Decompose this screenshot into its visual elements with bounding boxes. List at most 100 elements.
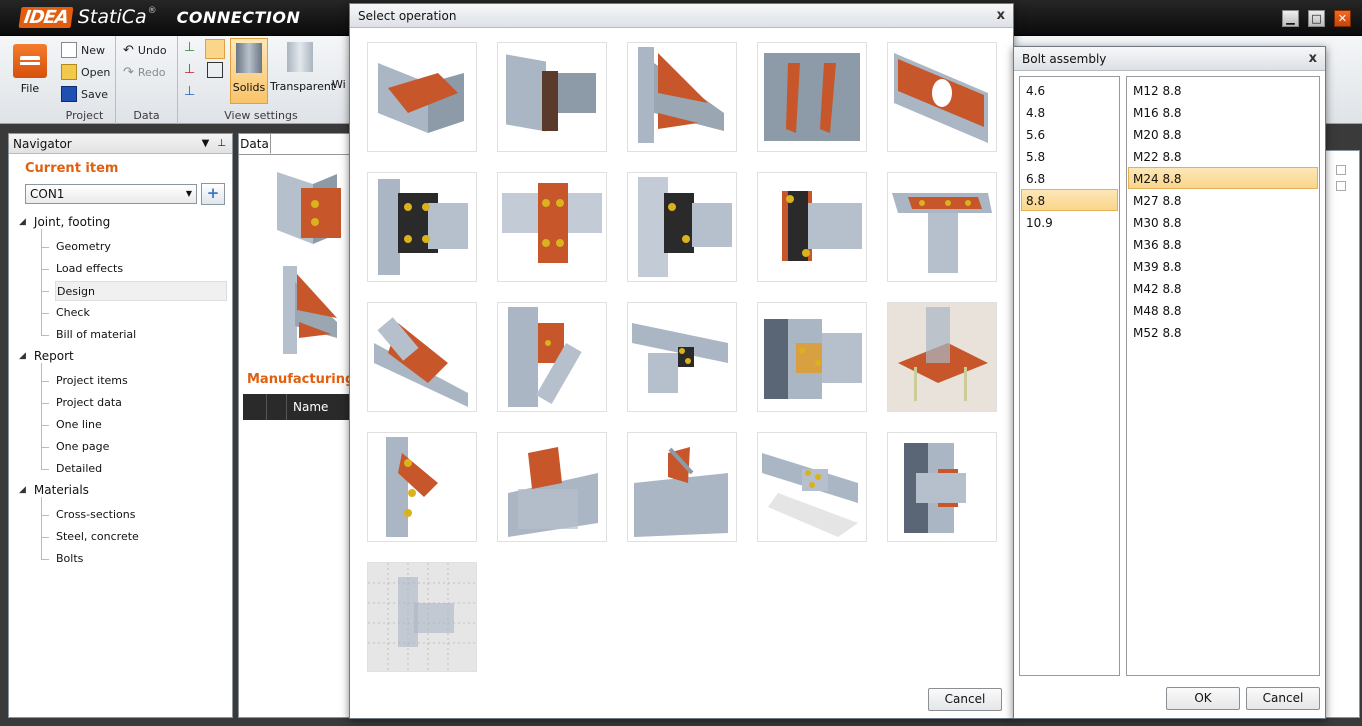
tree-item[interactable]: Steel, concrete xyxy=(55,527,139,547)
export-icon[interactable] xyxy=(1336,181,1346,191)
folder-icon xyxy=(61,64,77,80)
operation-tile-fin-plate[interactable] xyxy=(497,432,607,542)
grade-item[interactable]: 4.6 xyxy=(1021,79,1118,101)
operation-tile-end-plate-splice[interactable] xyxy=(497,42,607,152)
bolt-item[interactable]: M24 8.8 xyxy=(1128,167,1318,189)
bolt-item[interactable]: M36 8.8 xyxy=(1128,233,1318,255)
operation-tile-gusset-plate[interactable] xyxy=(627,432,737,542)
bolt-item[interactable]: M22 8.8 xyxy=(1128,145,1318,167)
operation-tile-bolted-splice[interactable] xyxy=(757,432,867,542)
operation-tile-welded-stiffener[interactable] xyxy=(887,432,997,542)
operation-tile-end-plate-beam[interactable] xyxy=(367,42,477,152)
tree-item[interactable]: Detailed xyxy=(55,459,102,479)
operation-thumbnail-icon xyxy=(782,191,862,261)
wireframe-button[interactable]: Wi xyxy=(332,78,346,91)
tree-section[interactable]: ◢ Joint, footing xyxy=(19,215,110,229)
grade-item[interactable]: 10.9 xyxy=(1021,211,1118,233)
bolt-item[interactable]: M30 8.8 xyxy=(1128,211,1318,233)
operation-tile-grid-model[interactable] xyxy=(367,562,477,672)
maximize-button[interactable]: □ xyxy=(1308,10,1325,27)
data-group: ↶ Undo ↷ Redo Data xyxy=(116,36,178,124)
bolt-item[interactable]: M48 8.8 xyxy=(1128,299,1318,321)
ok-button[interactable]: OK xyxy=(1166,687,1240,710)
tree-section[interactable]: ◢ Report xyxy=(19,349,74,363)
operation-tile-bolted-haunch[interactable] xyxy=(367,432,477,542)
tree-item[interactable]: Bill of material xyxy=(55,325,136,345)
solids-button[interactable]: Solids xyxy=(230,38,268,104)
grade-item[interactable]: 4.8 xyxy=(1021,101,1118,123)
add-item-button[interactable]: + xyxy=(201,183,225,205)
collapse-triangle-icon[interactable]: ◢ xyxy=(19,217,26,227)
redo-button[interactable]: ↷ Redo xyxy=(120,61,170,83)
manufacturing-table-header: Name xyxy=(243,394,355,420)
grade-item[interactable]: 6.8 xyxy=(1021,167,1118,189)
new-button[interactable]: New xyxy=(58,39,113,61)
tree-item[interactable]: Geometry xyxy=(55,237,111,257)
operation-tile-bolted-joint[interactable] xyxy=(497,172,607,282)
collapse-triangle-icon[interactable]: ◢ xyxy=(19,351,26,361)
bolt-item[interactable]: M16 8.8 xyxy=(1128,101,1318,123)
axes-3d-icon[interactable] xyxy=(205,39,225,59)
bolt-cancel-button[interactable]: Cancel xyxy=(1246,687,1320,710)
operation-tile-opening-plate[interactable] xyxy=(887,42,997,152)
operation-tile-end-plate-bolts[interactable] xyxy=(757,172,867,282)
tree-section[interactable]: ◢ Materials xyxy=(19,483,89,497)
operation-thumbnail-icon xyxy=(386,437,438,537)
bolt-list[interactable]: M12 8.8 M16 8.8 M20 8.8 M22 8.8 M24 8.8 M27 8… xyxy=(1126,76,1320,676)
minimize-button[interactable]: ▁ xyxy=(1282,10,1299,27)
operation-tile-rib-stiffeners[interactable] xyxy=(757,42,867,152)
bolt-item[interactable]: M27 8.8 xyxy=(1128,189,1318,211)
tree-item[interactable]: Project data xyxy=(55,393,122,413)
right-panel xyxy=(1325,150,1360,718)
operation-tile-brace-gusset[interactable] xyxy=(367,302,477,412)
operation-tile-column-beam-fin[interactable] xyxy=(757,302,867,412)
bolt-item[interactable]: M12 8.8 xyxy=(1128,79,1318,101)
bolt-item[interactable]: M20 8.8 xyxy=(1128,123,1318,145)
operation-tile-cap-plate-bolts[interactable] xyxy=(887,172,997,282)
tree-item[interactable]: Design xyxy=(55,281,227,301)
close-icon[interactable]: x xyxy=(1309,51,1317,66)
close-icon[interactable]: x xyxy=(997,8,1005,23)
axes-yz-icon[interactable]: ⊥ xyxy=(184,84,202,102)
tree-item[interactable]: Cross-sections xyxy=(55,505,135,525)
operation-tile-bolted-end-plate[interactable] xyxy=(367,172,477,282)
axes-xz-icon[interactable]: ⊥ xyxy=(184,62,202,80)
app-logo: IDEA StatiCa® CONNECTION xyxy=(18,6,300,28)
tree-item[interactable]: Check xyxy=(55,303,90,323)
tree-item[interactable]: Bolts xyxy=(55,549,83,569)
grade-item[interactable]: 8.8 xyxy=(1021,189,1118,211)
tree-item[interactable]: One page xyxy=(55,437,109,457)
current-item-select[interactable]: CON1 ▼ xyxy=(25,184,197,204)
navigator-header: Navigator ▼ ⊥ xyxy=(9,134,232,154)
grade-item[interactable]: 5.8 xyxy=(1021,145,1118,167)
operation-tile-base-plate-anchors[interactable] xyxy=(887,302,997,412)
bolt-item[interactable]: M39 8.8 xyxy=(1128,255,1318,277)
operation-tile-diagonal-gusset[interactable] xyxy=(497,302,607,412)
tree-item[interactable]: One line xyxy=(55,415,102,435)
pin-icon[interactable]: ⊥ xyxy=(217,138,226,149)
open-button[interactable]: Open xyxy=(58,61,113,83)
tree-item[interactable]: Load effects xyxy=(55,259,123,279)
grade-item[interactable]: 5.6 xyxy=(1021,123,1118,145)
cube-icon[interactable] xyxy=(207,62,223,78)
file-button[interactable]: File xyxy=(8,40,52,102)
close-app-button[interactable]: ✕ xyxy=(1334,10,1351,27)
cancel-button[interactable]: Cancel xyxy=(928,688,1002,711)
undo-button[interactable]: ↶ Undo xyxy=(120,39,170,61)
operation-tile-stiffener-cut[interactable] xyxy=(627,42,737,152)
name-column-header[interactable]: Name xyxy=(287,394,328,420)
grade-list[interactable]: 4.6 4.8 5.6 5.8 6.8 8.8 10.9 xyxy=(1019,76,1120,676)
bolt-item[interactable]: M42 8.8 xyxy=(1128,277,1318,299)
tree-item[interactable]: Project items xyxy=(55,371,128,391)
transparent-button[interactable]: Transparent xyxy=(270,38,335,104)
axes-view-icon[interactable]: ⊥ xyxy=(184,40,202,58)
tab-data[interactable]: Data xyxy=(239,134,271,154)
operation-tile-bolted-column-joint[interactable] xyxy=(627,172,737,282)
save-button[interactable]: Save xyxy=(58,83,113,105)
select-operation-title: Select operation xyxy=(358,8,457,23)
bolt-item[interactable]: M52 8.8 xyxy=(1128,321,1318,343)
collapse-triangle-icon[interactable]: ◢ xyxy=(19,485,26,495)
operation-tile-beam-cleat[interactable] xyxy=(627,302,737,412)
dropdown-arrow-icon[interactable]: ▼ xyxy=(202,138,210,149)
restore-icon[interactable] xyxy=(1336,165,1346,175)
